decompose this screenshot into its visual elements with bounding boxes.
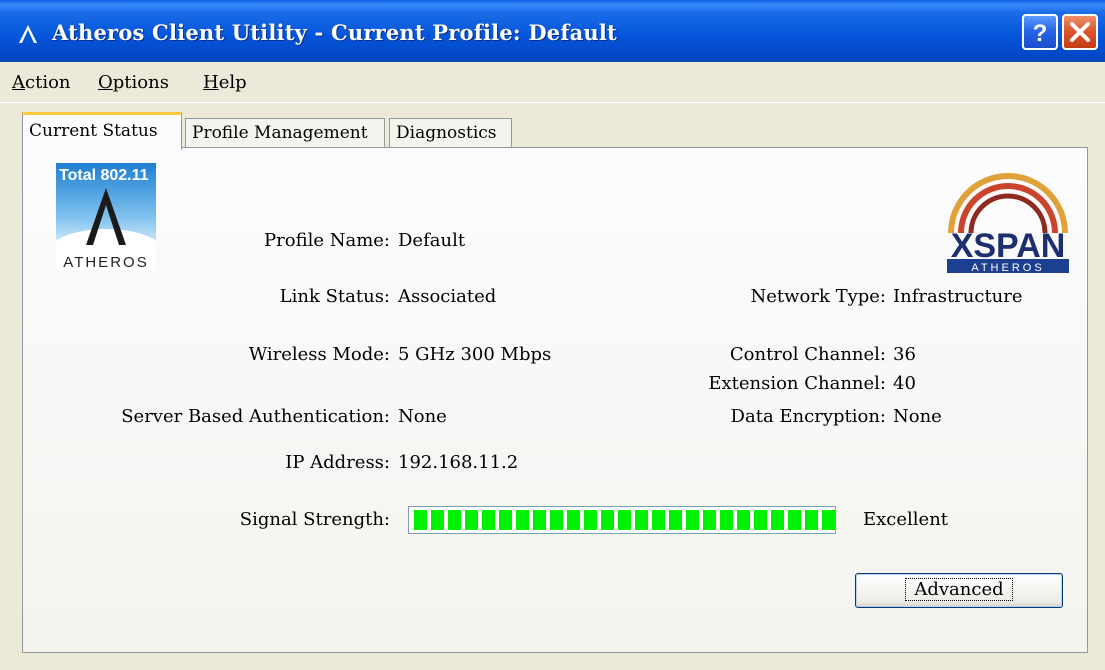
data-encryption-value: None xyxy=(893,406,942,427)
menu-bar: Action Options Help xyxy=(0,62,1105,102)
signal-strength-text: Excellent xyxy=(863,509,949,530)
signal-segment xyxy=(737,510,750,530)
ip-address-value: 192.168.11.2 xyxy=(398,452,519,473)
signal-strength-label: Signal Strength: xyxy=(239,509,390,530)
app-window: Atheros Client Utility - Current Profile… xyxy=(0,0,1105,670)
signal-segment xyxy=(618,510,631,530)
total-80211-logo: Total 802.11 ATHEROS xyxy=(56,163,156,270)
signal-segment xyxy=(584,510,597,530)
signal-segment xyxy=(754,510,767,530)
tab-diagnostics[interactable]: Diagnostics xyxy=(389,118,512,148)
signal-segment xyxy=(516,510,529,530)
advanced-button[interactable]: Advanced xyxy=(855,573,1063,608)
extension-channel-label: Extension Channel: xyxy=(708,373,886,394)
svg-text:Total 802.11: Total 802.11 xyxy=(59,167,149,184)
signal-segment xyxy=(805,510,818,530)
signal-segment xyxy=(822,510,835,530)
signal-segment xyxy=(431,510,444,530)
signal-segment xyxy=(771,510,784,530)
network-type-label: Network Type: xyxy=(750,286,886,307)
menu-separator xyxy=(0,102,1105,103)
data-encryption-label: Data Encryption: xyxy=(730,406,886,427)
xspan-atheros-logo: XSPAN ATHEROS xyxy=(947,173,1069,273)
server-auth-value: None xyxy=(398,406,447,427)
signal-segment xyxy=(788,510,801,530)
signal-segment xyxy=(550,510,563,530)
advanced-button-label: Advanced xyxy=(905,578,1013,601)
tab-current-status[interactable]: Current Status xyxy=(22,112,182,150)
menu-options[interactable]: Options xyxy=(98,72,169,93)
menu-help-label: elp xyxy=(218,72,247,93)
atheros-app-icon xyxy=(19,25,37,43)
link-status-value: Associated xyxy=(398,286,497,307)
signal-segment xyxy=(533,510,546,530)
signal-segment xyxy=(567,510,580,530)
extension-channel-value: 40 xyxy=(893,373,916,394)
profile-name-label: Profile Name: xyxy=(264,230,390,251)
control-channel-label: Control Channel: xyxy=(729,344,886,365)
tab-profile-management[interactable]: Profile Management xyxy=(185,118,385,148)
signal-segment xyxy=(414,510,427,530)
current-status-panel: Total 802.11 ATHEROS XSPAN ATHEROS Profi… xyxy=(22,147,1088,653)
signal-segment xyxy=(720,510,733,530)
question-mark-icon: ? xyxy=(1033,20,1048,47)
server-auth-label: Server Based Authentication: xyxy=(121,406,390,427)
network-type-value: Infrastructure xyxy=(893,286,1023,307)
signal-segment xyxy=(601,510,614,530)
signal-segment xyxy=(652,510,665,530)
ip-address-label: IP Address: xyxy=(285,452,390,473)
svg-text:ATHEROS: ATHEROS xyxy=(971,262,1044,273)
menu-help[interactable]: Help xyxy=(203,72,247,93)
menu-action-label: ction xyxy=(25,72,71,93)
signal-segment xyxy=(686,510,699,530)
wireless-mode-value: 5 GHz 300 Mbps xyxy=(398,344,552,365)
svg-text:?: ? xyxy=(1033,20,1048,47)
close-icon xyxy=(1070,22,1090,42)
signal-strength-bar xyxy=(408,506,836,534)
link-status-label: Link Status: xyxy=(279,286,390,307)
title-bar[interactable]: Atheros Client Utility - Current Profile… xyxy=(0,0,1105,62)
wireless-mode-label: Wireless Mode: xyxy=(248,344,390,365)
signal-segment xyxy=(465,510,478,530)
svg-text:ATHEROS: ATHEROS xyxy=(63,254,148,270)
signal-segment xyxy=(448,510,461,530)
signal-segment xyxy=(703,510,716,530)
control-channel-value: 36 xyxy=(893,344,916,365)
signal-segment xyxy=(635,510,648,530)
window-title: Atheros Client Utility - Current Profile… xyxy=(52,20,617,45)
help-button[interactable]: ? xyxy=(1022,14,1058,50)
profile-name-value: Default xyxy=(398,230,466,251)
signal-segment xyxy=(499,510,512,530)
signal-segment xyxy=(482,510,495,530)
menu-options-label: ptions xyxy=(112,72,169,93)
close-button[interactable] xyxy=(1062,14,1098,50)
signal-segment xyxy=(669,510,682,530)
menu-action[interactable]: Action xyxy=(12,72,71,93)
